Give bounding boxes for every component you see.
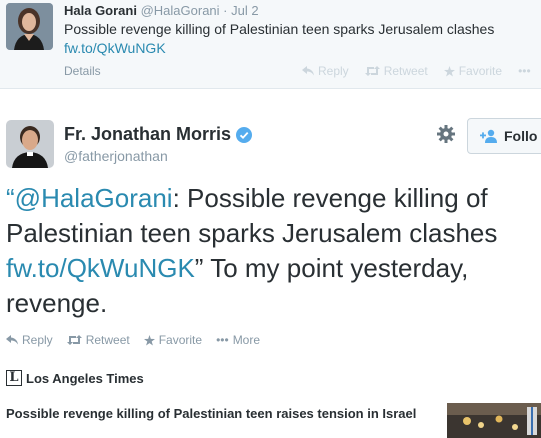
retweet-icon [66, 335, 82, 345]
quoted-tweet-text: Possible revenge killing of Palestinian … [64, 21, 495, 37]
quoted-date[interactable]: Jul 2 [231, 3, 258, 18]
quoted-retweet-button[interactable]: Retweet [364, 64, 428, 78]
quoted-author[interactable]: Hala Gorani @HalaGorani · Jul 2 [64, 3, 259, 18]
star-icon [443, 65, 455, 77]
retweet-button[interactable]: Retweet [66, 333, 130, 347]
quoted-tweet[interactable]: Hala Gorani @HalaGorani · Jul 2 Possible… [0, 0, 541, 89]
quoted-author-handle[interactable]: @HalaGorani [141, 3, 220, 18]
mention-link[interactable]: @HalaGorani [15, 183, 173, 213]
quoted-reply-label: Reply [318, 64, 349, 78]
quoted-reply-button[interactable]: Reply [302, 64, 349, 78]
quoted-retweet-label: Retweet [383, 64, 428, 78]
quoted-tweet-actions: Reply Retweet Favorite ••• [302, 64, 531, 78]
quoted-favorite-label: Favorite [458, 64, 503, 78]
open-quote: “ [6, 183, 15, 213]
more-dots-icon: ••• [216, 333, 229, 347]
quoted-more-button[interactable]: ••• [518, 64, 531, 78]
card-thumbnail-image[interactable] [447, 403, 541, 438]
card-title[interactable]: Possible revenge killing of Palestinian … [6, 405, 426, 422]
main-tweet-actions: Reply Retweet Favorite ••• More [6, 333, 260, 347]
la-times-logo-icon: L [6, 370, 22, 386]
star-icon [143, 334, 155, 346]
more-label: More [232, 333, 261, 347]
tweet-link[interactable]: fw.to/QkWuNGK [6, 253, 195, 283]
reply-icon [302, 66, 314, 76]
gear-icon[interactable] [436, 124, 456, 144]
main-author[interactable]: Fr. Jonathan Morris [64, 124, 253, 145]
quoted-favorite-button[interactable]: Favorite [443, 64, 503, 78]
reply-icon [6, 335, 18, 345]
add-user-icon [480, 129, 497, 143]
details-link[interactable]: Details [64, 64, 101, 78]
card-source-name: Los Angeles Times [26, 370, 144, 386]
favorite-button[interactable]: Favorite [143, 333, 203, 347]
follow-button[interactable]: Follo [467, 118, 541, 154]
avatar-woman-icon[interactable] [6, 3, 53, 50]
main-author-handle[interactable]: @fatherjonathan [64, 148, 168, 164]
main-author-name[interactable]: Fr. Jonathan Morris [64, 124, 231, 145]
quoted-author-name[interactable]: Hala Gorani [64, 3, 137, 18]
verified-badge-icon [236, 126, 253, 143]
more-button[interactable]: ••• More [216, 333, 260, 347]
follow-label: Follo [504, 128, 538, 144]
reply-button[interactable]: Reply [6, 333, 53, 347]
favorite-label: Favorite [158, 333, 203, 347]
reply-label: Reply [22, 333, 53, 347]
card-source[interactable]: L Los Angeles Times [6, 370, 144, 386]
avatar-man-icon[interactable] [6, 120, 54, 168]
retweet-label: Retweet [85, 333, 130, 347]
separator: · [223, 3, 228, 18]
quoted-tweet-link[interactable]: fw.to/QkWuNGK [64, 40, 166, 56]
main-tweet-text: “@HalaGorani: Possible revenge killing o… [6, 181, 541, 321]
retweet-icon [364, 66, 380, 76]
